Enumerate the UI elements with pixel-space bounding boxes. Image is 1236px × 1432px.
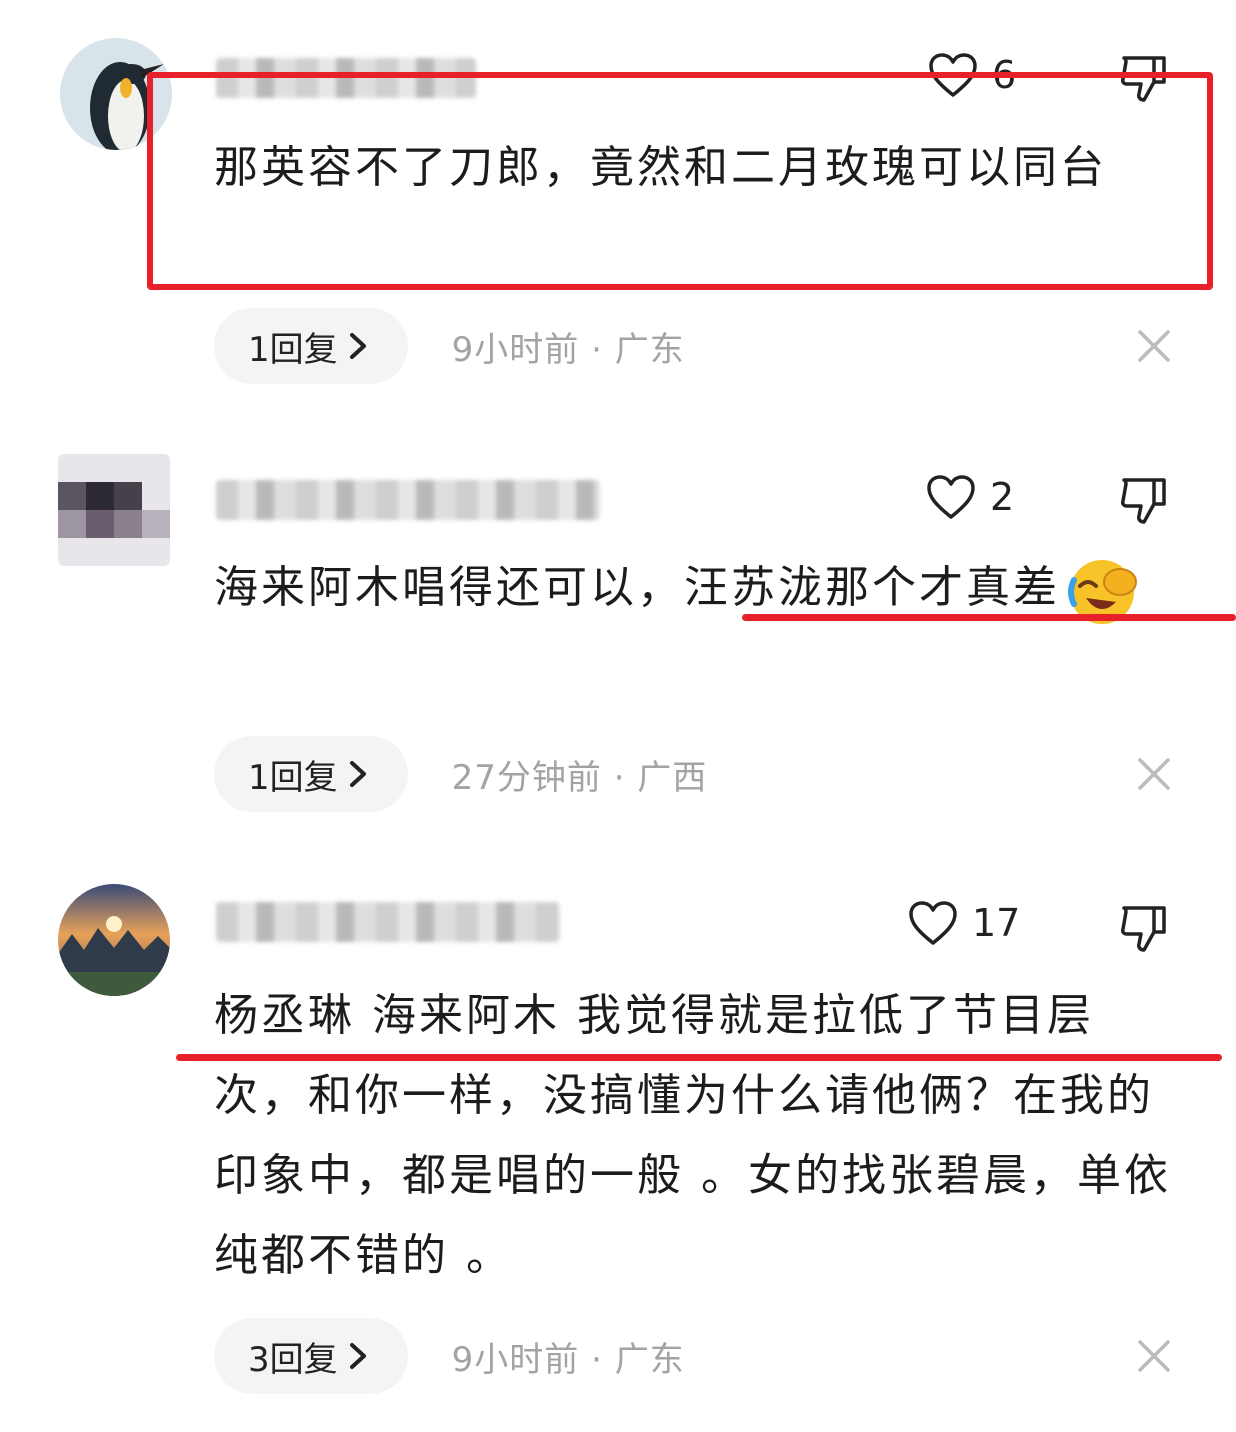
username-blurred[interactable]: [216, 480, 600, 520]
annotation-underline: [742, 614, 1236, 621]
time-location: 27分钟前 · 广西: [451, 757, 708, 798]
like-count: 17: [972, 901, 1021, 945]
like-button[interactable]: 6: [928, 52, 1016, 98]
time-location: 9小时前 · 广东: [451, 329, 685, 370]
comment-text-body: 海来阿木唱得还可以，汪苏泷那个才真差: [214, 562, 1060, 613]
username-blurred[interactable]: [216, 58, 476, 98]
time-location: 9小时前 · 广东: [451, 1339, 685, 1380]
heart-icon: [927, 475, 975, 519]
reply-button[interactable]: 3回复: [214, 1318, 408, 1394]
reply-label: 1回复: [248, 329, 338, 370]
reply-button[interactable]: 1回复: [214, 308, 408, 384]
comment-text: 那英容不了刀郎，竟然和二月玫瑰可以同台: [214, 142, 1107, 193]
annotation-underline: [176, 1054, 1222, 1061]
reply-label: 1回复: [248, 757, 338, 798]
reply-button[interactable]: 1回复: [214, 736, 408, 812]
reply-label: 3回复: [248, 1339, 338, 1380]
close-icon[interactable]: [1136, 328, 1172, 364]
like-count: 2: [990, 475, 1015, 519]
dislike-button[interactable]: [1118, 54, 1168, 104]
chevron-right-icon: [349, 761, 366, 787]
dislike-button[interactable]: [1118, 476, 1168, 526]
thumbs-down-icon: [1121, 906, 1166, 952]
heart-icon: [929, 53, 977, 97]
thumbs-down-icon: [1121, 56, 1166, 102]
avatar[interactable]: [58, 884, 170, 996]
dislike-button[interactable]: [1118, 904, 1168, 954]
like-button[interactable]: 17: [908, 900, 1020, 946]
like-count: 6: [992, 53, 1017, 97]
chevron-right-icon: [349, 333, 366, 359]
avatar[interactable]: [58, 454, 170, 566]
chevron-right-icon: [349, 1343, 366, 1369]
close-icon[interactable]: [1136, 756, 1172, 792]
thumbs-down-icon: [1121, 478, 1166, 524]
comment-text: 杨丞琳 海来阿木 我觉得就是拉低了节目层次，和你一样，没搞懂为什么请他俩？在我的…: [214, 990, 1171, 1281]
heart-icon: [909, 901, 957, 945]
username-blurred[interactable]: [216, 902, 560, 942]
close-icon[interactable]: [1136, 1338, 1172, 1374]
avatar[interactable]: [60, 38, 172, 150]
like-button[interactable]: 2: [926, 474, 1014, 520]
